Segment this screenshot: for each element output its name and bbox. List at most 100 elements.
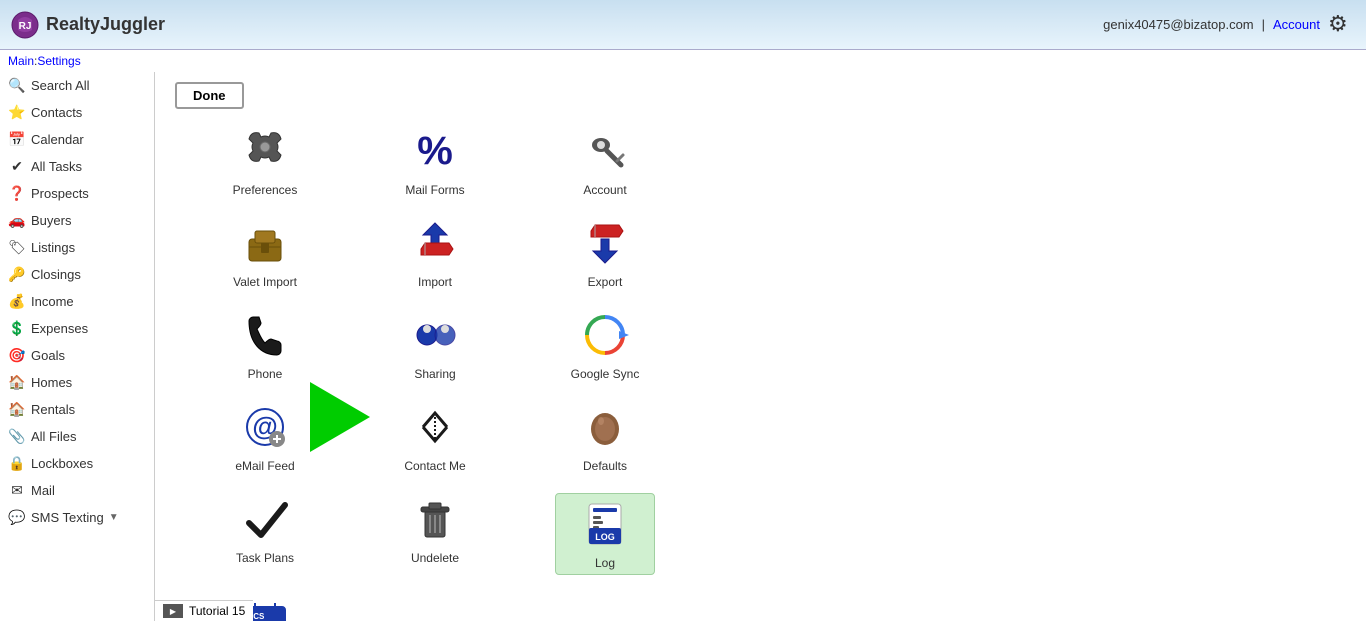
mail-icon: ✉ bbox=[8, 482, 26, 499]
logo-text: RealtyJuggler bbox=[46, 14, 165, 35]
content-area: Done Preferences % Mail Forms bbox=[155, 72, 1366, 621]
settings-item-sharing[interactable]: Sharing bbox=[385, 309, 485, 381]
sidebar-label-buyers: Buyers bbox=[31, 213, 71, 228]
header-right: genix40475@bizatop.com | Account ⚙ bbox=[1103, 11, 1356, 39]
buyers-icon: 🚗 bbox=[8, 212, 26, 229]
log-label: Log bbox=[595, 556, 615, 570]
undelete-icon bbox=[409, 493, 461, 545]
sidebar-label-lockboxes: Lockboxes bbox=[31, 456, 93, 471]
sidebar-item-rentals[interactable]: 🏠 Rentals bbox=[0, 396, 154, 423]
sidebar-label-prospects: Prospects bbox=[31, 186, 89, 201]
sharing-label: Sharing bbox=[414, 367, 455, 381]
preferences-icon bbox=[239, 125, 291, 177]
user-email: genix40475@bizatop.com bbox=[1103, 17, 1254, 32]
contacts-icon: ⭐ bbox=[8, 104, 26, 121]
sidebar-item-lockboxes[interactable]: 🔒 Lockboxes bbox=[0, 450, 154, 477]
sidebar-item-sms[interactable]: 💬 SMS Texting ▼ bbox=[0, 504, 154, 531]
sidebar-item-mail[interactable]: ✉ Mail bbox=[0, 477, 154, 504]
income-icon: 💰 bbox=[8, 293, 26, 310]
mail-forms-label: Mail Forms bbox=[405, 183, 464, 197]
account-link[interactable]: Account bbox=[1273, 17, 1320, 32]
mail-forms-icon: % bbox=[409, 125, 461, 177]
sidebar-label-income: Income bbox=[31, 294, 74, 309]
account-settings-icon bbox=[579, 125, 631, 177]
phone-label: Phone bbox=[248, 367, 283, 381]
lockboxes-icon: 🔒 bbox=[8, 455, 26, 472]
done-button[interactable]: Done bbox=[175, 82, 244, 109]
sms-icon: 💬 bbox=[8, 509, 26, 526]
settings-item-phone[interactable]: Phone bbox=[215, 309, 315, 381]
defaults-label: Defaults bbox=[583, 459, 627, 473]
sidebar-item-goals[interactable]: 🎯 Goals bbox=[0, 342, 154, 369]
listings-icon: 🏷 bbox=[8, 239, 26, 256]
export-icon bbox=[579, 217, 631, 269]
settings-item-export[interactable]: Export bbox=[555, 217, 655, 289]
valet-import-label: Valet Import bbox=[233, 275, 297, 289]
logo-icon: RJ bbox=[10, 10, 40, 40]
sharing-icon bbox=[409, 309, 461, 361]
settings-item-account[interactable]: Account bbox=[555, 125, 655, 197]
main-layout: 🔍 Search All ⭐ Contacts 📅 Calendar ✔ All… bbox=[0, 72, 1366, 621]
sidebar-item-closings[interactable]: 🔑 Closings bbox=[0, 261, 154, 288]
tutorial-play-button[interactable]: ▶ bbox=[163, 604, 183, 618]
search-icon: 🔍 bbox=[8, 77, 26, 94]
sidebar-label-expenses: Expenses bbox=[31, 321, 88, 336]
sidebar-label-all-tasks: All Tasks bbox=[31, 159, 82, 174]
sidebar-item-all-files[interactable]: 📎 All Files bbox=[0, 423, 154, 450]
google-sync-icon bbox=[579, 309, 631, 361]
settings-item-defaults[interactable]: Defaults bbox=[555, 401, 655, 473]
breadcrumb-main[interactable]: Main bbox=[8, 54, 34, 68]
sidebar-label-sms: SMS Texting bbox=[31, 510, 104, 525]
sidebar-item-listings[interactable]: 🏷 Listings bbox=[0, 234, 154, 261]
breadcrumb-settings[interactable]: Settings bbox=[37, 54, 80, 68]
contact-me-icon bbox=[409, 401, 461, 453]
phone-icon bbox=[239, 309, 291, 361]
sidebar-item-contacts[interactable]: ⭐ Contacts bbox=[0, 99, 154, 126]
gear-icon[interactable]: ⚙ bbox=[1328, 11, 1356, 39]
settings-item-email-feed[interactable]: @ eMail Feed bbox=[215, 401, 315, 473]
sidebar-item-expenses[interactable]: 💲 Expenses bbox=[0, 315, 154, 342]
sidebar-item-calendar[interactable]: 📅 Calendar bbox=[0, 126, 154, 153]
email-feed-icon: @ bbox=[239, 401, 291, 453]
settings-item-valet-import[interactable]: Valet Import bbox=[215, 217, 315, 289]
log-icon: LOG bbox=[579, 498, 631, 550]
account-label: Account bbox=[583, 183, 626, 197]
files-icon: 📎 bbox=[8, 428, 26, 445]
sidebar-item-buyers[interactable]: 🚗 Buyers bbox=[0, 207, 154, 234]
task-plans-icon bbox=[239, 493, 291, 545]
sidebar-label-search-all: Search All bbox=[31, 78, 90, 93]
sidebar-label-calendar: Calendar bbox=[31, 132, 84, 147]
breadcrumb: Main:Settings bbox=[0, 50, 1366, 72]
email-feed-label: eMail Feed bbox=[235, 459, 294, 473]
sidebar-label-all-files: All Files bbox=[31, 429, 77, 444]
sidebar: 🔍 Search All ⭐ Contacts 📅 Calendar ✔ All… bbox=[0, 72, 155, 621]
settings-item-import[interactable]: Import bbox=[385, 217, 485, 289]
tutorial-bar: ▶ Tutorial 15 bbox=[155, 600, 253, 621]
settings-item-contact-me[interactable]: Contact Me bbox=[385, 401, 485, 473]
preferences-label: Preferences bbox=[233, 183, 298, 197]
settings-item-mail-forms[interactable]: % Mail Forms bbox=[385, 125, 485, 197]
rentals-icon: 🏠 bbox=[8, 401, 26, 418]
sidebar-label-closings: Closings bbox=[31, 267, 81, 282]
import-label: Import bbox=[418, 275, 452, 289]
calendar-icon: 📅 bbox=[8, 131, 26, 148]
sidebar-item-search-all[interactable]: 🔍 Search All bbox=[0, 72, 154, 99]
valet-import-icon bbox=[239, 217, 291, 269]
sidebar-label-rentals: Rentals bbox=[31, 402, 75, 417]
sidebar-label-listings: Listings bbox=[31, 240, 75, 255]
settings-item-google-sync[interactable]: Google Sync bbox=[555, 309, 655, 381]
sidebar-label-goals: Goals bbox=[31, 348, 65, 363]
settings-item-preferences[interactable]: Preferences bbox=[215, 125, 315, 197]
sidebar-item-all-tasks[interactable]: ✔ All Tasks bbox=[0, 153, 154, 180]
google-sync-label: Google Sync bbox=[571, 367, 640, 381]
expenses-icon: 💲 bbox=[8, 320, 26, 337]
homes-icon: 🏠 bbox=[8, 374, 26, 391]
settings-item-task-plans[interactable]: Task Plans bbox=[215, 493, 315, 575]
sidebar-item-homes[interactable]: 🏠 Homes bbox=[0, 369, 154, 396]
settings-item-undelete[interactable]: Undelete bbox=[385, 493, 485, 575]
settings-item-log[interactable]: LOG Log bbox=[555, 493, 655, 575]
sidebar-item-prospects[interactable]: ❓ Prospects bbox=[0, 180, 154, 207]
undelete-label: Undelete bbox=[411, 551, 459, 565]
sidebar-item-income[interactable]: 💰 Income bbox=[0, 288, 154, 315]
settings-grid: Preferences % Mail Forms Account bbox=[215, 125, 1346, 621]
